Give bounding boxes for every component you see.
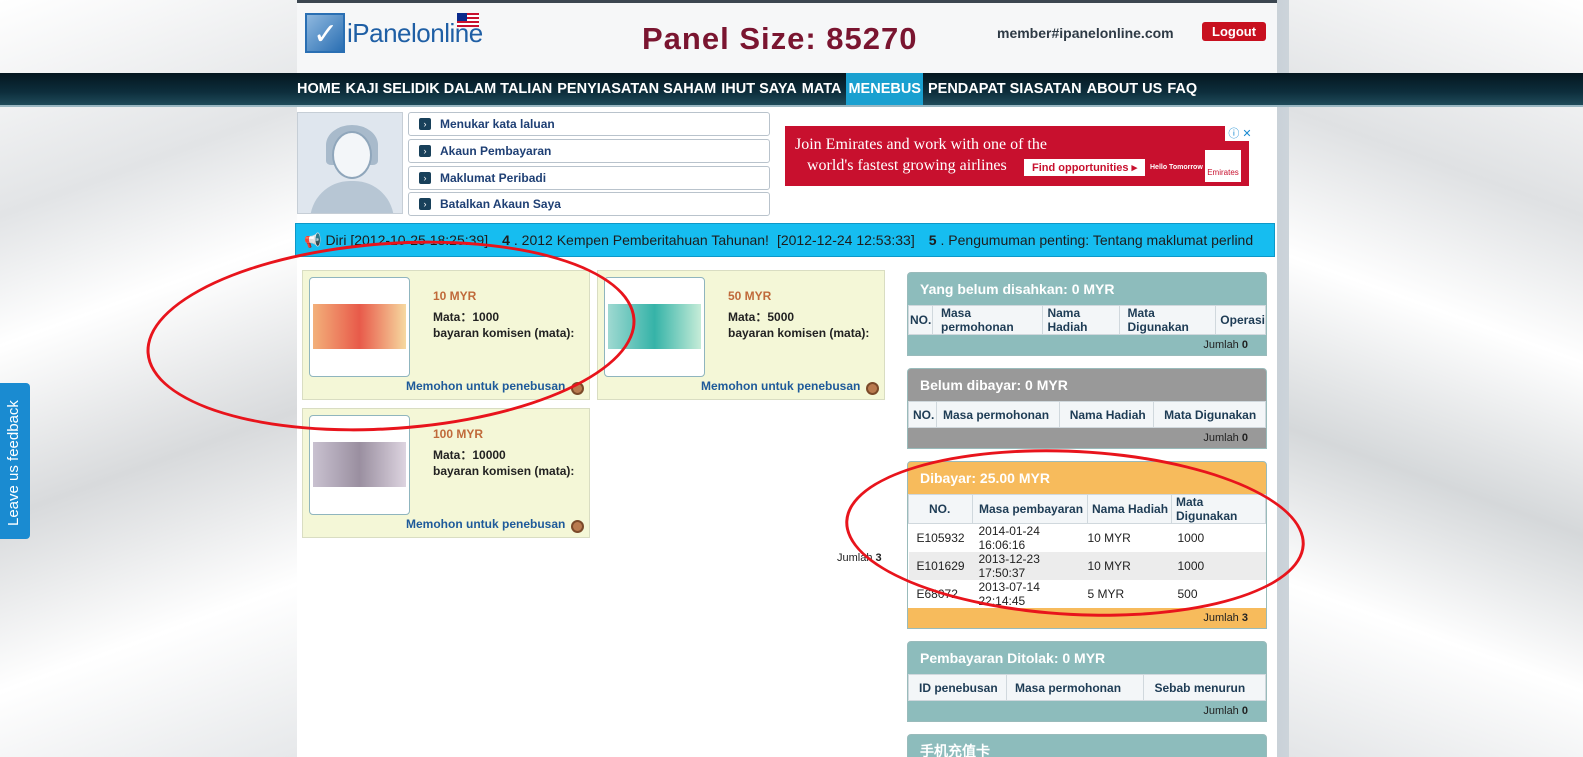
pending-box: Yang belum disahkan: 0 MYR NO. Masa perm…	[907, 272, 1267, 356]
menu-personal-info[interactable]: › Maklumat Peribadi	[408, 165, 770, 190]
chevron-right-icon: ›	[419, 118, 431, 130]
pending-table: NO. Masa permohonan Nama Hadiah Mata Dig…	[908, 305, 1266, 335]
megaphone-icon: 📢	[304, 231, 322, 248]
emirates-logo: Emirates	[1205, 150, 1241, 182]
nav-stock-survey[interactable]: PENYIASATAN SAHAM	[557, 73, 716, 105]
nav-about-us[interactable]: ABOUT US	[1087, 73, 1163, 105]
paid-box: Dibayar: 25.00 MYR NO. Masa pembayaran N…	[907, 461, 1267, 629]
rejected-box: Pembayaran Ditolak: 0 MYR ID penebusan M…	[907, 641, 1267, 722]
table-row: E105932 2014-01-24 16:06:16 10 MYR 1000	[916, 524, 1205, 552]
logout-button[interactable]: Logout	[1202, 22, 1267, 41]
nav-opinion-poll[interactable]: PENDAPAT SIASATAN	[928, 73, 1082, 105]
mobile-topup-box: 手机充值卡	[907, 734, 1267, 757]
nav-redeem[interactable]: MENEBUS	[846, 73, 923, 105]
main-nav: HOME KAJI SELIDIK DALAM TALIAN PENYIASAT…	[297, 73, 1197, 105]
total-count: Jumlah 3	[837, 552, 882, 564]
unpaid-table: NO. Masa permohonan Nama Hadiah Mata Dig…	[908, 401, 1266, 428]
announcement-ticker[interactable]: 📢 Diri [2012-10-25 18:25:39] 4 . 2012 Ke…	[295, 223, 1275, 257]
rejected-table: ID penebusan Masa permohonan Sebab menur…	[908, 674, 1266, 701]
redeem-request-link[interactable]: Memohon untuk penebusan	[701, 379, 860, 393]
menu-payment-account[interactable]: › Akaun Pembayaran	[408, 138, 770, 163]
redeem-icon[interactable]	[866, 382, 879, 395]
ad-info-close-icon[interactable]: ⓘ ✕	[1225, 125, 1255, 141]
nav-follow-me[interactable]: IHUT SAYA	[721, 73, 796, 105]
feedback-tab[interactable]: Leave us feedback	[0, 383, 30, 539]
banknote-image	[309, 415, 410, 515]
account-menu: › Menukar kata laluan › Akaun Pembayaran…	[408, 112, 770, 219]
us-flag-icon[interactable]	[457, 13, 479, 27]
banknote-image	[309, 277, 410, 377]
redeem-request-link[interactable]: Memohon untuk penebusan	[406, 517, 565, 531]
account-panel: › Menukar kata laluan › Akaun Pembayaran…	[297, 112, 1274, 219]
checkmark-logo-icon: ✓	[305, 13, 345, 53]
main-nav-bar: HOME KAJI SELIDIK DALAM TALIAN PENYIASAT…	[0, 73, 1583, 107]
avatar	[297, 112, 403, 214]
header: ✓ iPanelonline Panel Size: 85270 member#…	[297, 3, 1277, 73]
table-row: E101629 2013-12-23 17:50:37 10 MYR 1000	[908, 552, 1266, 580]
background-right	[1289, 0, 1583, 757]
chevron-right-icon: ›	[419, 171, 431, 184]
menu-change-password[interactable]: › Menukar kata laluan	[408, 112, 770, 136]
member-email: member#ipanelonline.com	[997, 25, 1174, 41]
unpaid-box: Belum dibayar: 0 MYR NO. Masa permohonan…	[907, 368, 1267, 449]
redeem-card: 10 MYR Mata：1000 bayaran komisen (mata):…	[302, 270, 590, 400]
banknote-image	[604, 277, 705, 377]
ad-cta-button[interactable]: Find opportunities ▸	[1024, 159, 1146, 176]
nav-faq[interactable]: FAQ	[1167, 73, 1197, 105]
background-left	[0, 0, 297, 757]
redeem-icon[interactable]	[571, 520, 584, 533]
redeem-icon[interactable]	[571, 382, 584, 395]
redemption-status-panel: Yang belum disahkan: 0 MYR NO. Masa perm…	[907, 272, 1267, 757]
redeem-request-link[interactable]: Memohon untuk penebusan	[406, 379, 565, 393]
redeem-card: 50 MYR Mata：5000 bayaran komisen (mata):…	[597, 270, 885, 400]
chevron-right-icon: ›	[419, 198, 431, 211]
redeem-card: 100 MYR Mata：10000 bayaran komisen (mata…	[302, 408, 590, 538]
nav-home[interactable]: HOME	[297, 73, 341, 105]
chevron-right-icon: ›	[419, 144, 431, 157]
nav-points[interactable]: MATA	[802, 73, 842, 105]
panel-size: Panel Size: 85270	[642, 21, 918, 56]
emirates-ad-banner[interactable]: Join Emirates and work with one of the w…	[785, 125, 1255, 186]
nav-online-survey[interactable]: KAJI SELIDIK DALAM TALIAN	[346, 73, 553, 105]
paid-table: NO. Masa pembayaran Nama Hadiah Mata Dig…	[908, 494, 1266, 608]
menu-cancel-account[interactable]: › Batalkan Akaun Saya	[408, 192, 770, 217]
page-container: ✓ iPanelonline Panel Size: 85270 member#…	[295, 0, 1277, 757]
table-row: E68072 2013-07-14 22:14:45 5 MYR 500	[916, 580, 1198, 608]
